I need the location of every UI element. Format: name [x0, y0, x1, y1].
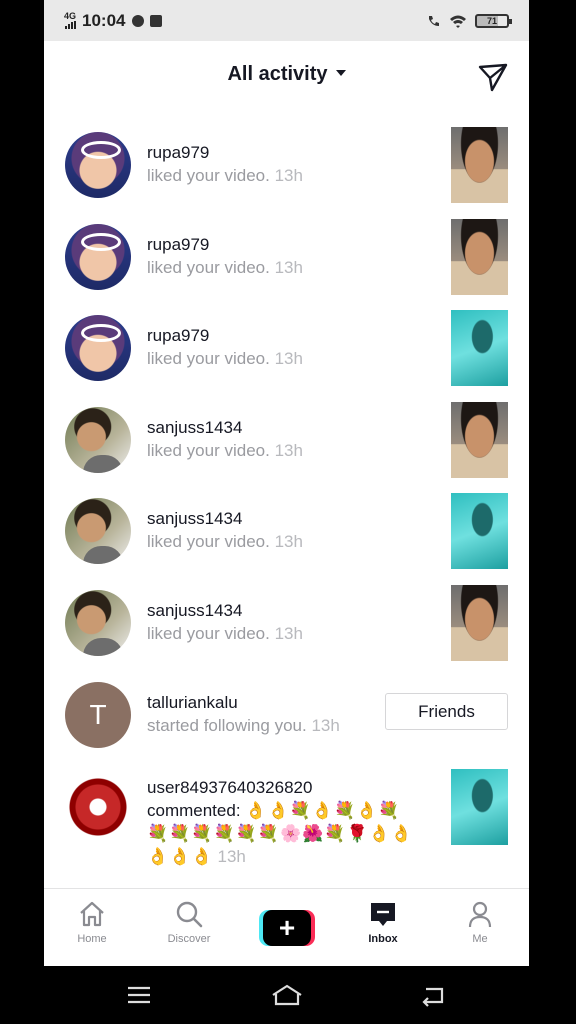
- comment-emojis: 👌👌👌: [147, 847, 214, 866]
- signal-icon: [64, 21, 76, 29]
- profile-icon: [468, 901, 492, 928]
- activity-text: liked your video. 13h: [147, 532, 303, 551]
- activity-text: liked your video. 13h: [147, 166, 303, 185]
- bottom-nav: Home Discover + Inbox Me: [44, 888, 529, 966]
- avatar[interactable]: [65, 132, 131, 198]
- video-thumbnail[interactable]: [451, 402, 508, 478]
- avatar[interactable]: [65, 224, 131, 290]
- list-item[interactable]: rupa979 liked your video. 13h: [44, 113, 529, 205]
- video-thumbnail[interactable]: [451, 219, 508, 295]
- video-thumbnail[interactable]: [451, 585, 508, 661]
- gallery-notification-icon: [149, 14, 162, 27]
- activity-text: liked your video. 13h: [147, 441, 303, 460]
- page-title: All activity: [227, 63, 328, 85]
- list-item[interactable]: sanjuss1434 liked your video. 13h: [44, 479, 529, 571]
- list-item[interactable]: rupa979 liked your video. 13h: [44, 205, 529, 297]
- video-thumbnail[interactable]: [451, 493, 508, 569]
- activity-text: liked your video. 13h: [147, 624, 303, 643]
- username[interactable]: sanjuss1434: [147, 418, 242, 438]
- search-icon: [176, 901, 203, 928]
- nav-me[interactable]: Me: [445, 899, 515, 945]
- create-button[interactable]: +: [259, 910, 315, 946]
- home-button-icon[interactable]: [270, 982, 304, 1008]
- avatar[interactable]: [65, 407, 131, 473]
- username[interactable]: rupa979: [147, 235, 209, 255]
- nav-label: Inbox: [368, 933, 398, 945]
- nav-discover[interactable]: Discover: [154, 899, 224, 945]
- activity-filter-dropdown[interactable]: All activity: [44, 63, 529, 86]
- menu-icon[interactable]: [124, 982, 154, 1008]
- avatar[interactable]: [65, 590, 131, 656]
- list-item[interactable]: sanjuss1434 liked your video. 13h: [44, 388, 529, 480]
- comment-emojis: 👌👌💐👌💐👌💐: [245, 801, 401, 820]
- follow-list-item[interactable]: T talluriankalu started following you. 1…: [44, 663, 529, 755]
- app-screen: 4G 10:04 71 All activity rupa979 liked y…: [44, 0, 529, 966]
- comment-emojis: 💐💐💐💐💐💐🌸🌺💐🌹👌👌: [147, 824, 414, 843]
- home-icon: [80, 901, 104, 927]
- video-thumbnail[interactable]: [451, 769, 508, 845]
- network-type: 4G: [64, 11, 77, 21]
- comment-text: user84937640326820 commented: 👌👌💐👌💐👌💐 💐💐…: [147, 776, 437, 868]
- nav-label: Home: [77, 933, 107, 945]
- wifi-icon: [450, 15, 466, 28]
- username[interactable]: rupa979: [147, 143, 209, 163]
- nav-label: Me: [472, 933, 488, 945]
- list-item[interactable]: sanjuss1434 liked your video. 13h: [44, 571, 529, 663]
- battery-level: 71: [486, 15, 497, 26]
- nav-label: Discover: [167, 933, 211, 945]
- avatar[interactable]: [65, 774, 131, 840]
- inbox-icon: [371, 903, 395, 926]
- wifi-call-icon: [429, 15, 439, 26]
- list-item[interactable]: rupa979 liked your video. 13h: [44, 296, 529, 388]
- avatar[interactable]: T: [65, 682, 131, 748]
- comment-list-item[interactable]: user84937640326820 commented: 👌👌💐👌💐👌💐 💐💐…: [44, 755, 529, 873]
- activity-text: started following you. 13h: [147, 716, 340, 735]
- system-nav-bar: [0, 966, 576, 1024]
- status-bar: 4G 10:04 71: [44, 0, 529, 41]
- username[interactable]: sanjuss1434: [147, 509, 242, 529]
- inbox-header: All activity: [44, 41, 529, 113]
- chrome-notification-icon: [131, 14, 144, 27]
- friends-button[interactable]: Friends: [385, 693, 508, 730]
- username[interactable]: rupa979: [147, 326, 209, 346]
- username[interactable]: talluriankalu: [147, 693, 238, 713]
- plus-icon: +: [263, 910, 311, 946]
- network-indicator: 4G: [64, 12, 76, 29]
- back-icon[interactable]: [418, 982, 448, 1008]
- activity-text: liked your video. 13h: [147, 258, 303, 277]
- username[interactable]: user84937640326820: [147, 776, 437, 799]
- nav-inbox[interactable]: Inbox: [348, 899, 418, 945]
- comment-time: 13h: [217, 847, 246, 866]
- paper-plane-icon[interactable]: [477, 61, 509, 93]
- video-thumbnail[interactable]: [451, 127, 508, 203]
- battery-icon: 71: [475, 13, 512, 28]
- username[interactable]: sanjuss1434: [147, 601, 242, 621]
- avatar[interactable]: [65, 315, 131, 381]
- avatar[interactable]: [65, 498, 131, 564]
- nav-home[interactable]: Home: [57, 899, 127, 945]
- caret-down-icon: [335, 69, 346, 76]
- comment-action: commented:: [147, 801, 241, 820]
- status-time: 10:04: [82, 10, 126, 30]
- video-thumbnail[interactable]: [451, 310, 508, 386]
- activity-text: liked your video. 13h: [147, 349, 303, 368]
